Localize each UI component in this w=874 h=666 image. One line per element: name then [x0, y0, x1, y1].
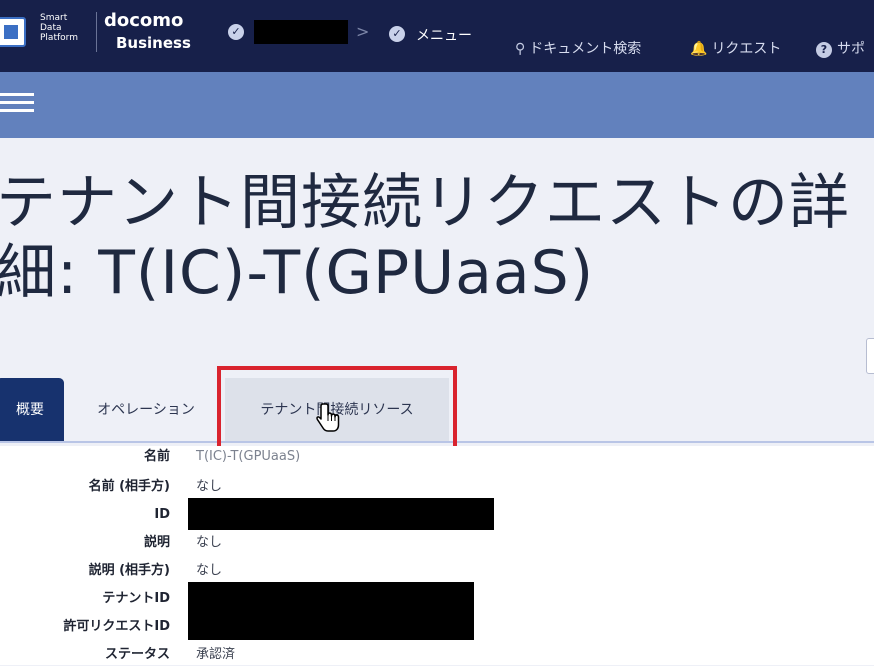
details-panel: 名前 T(IC)-T(GPUaaS) 名前 (相手方) なし ID 説明 なし … [0, 446, 874, 665]
chevron-right-icon: > [356, 22, 370, 41]
redacted-tenant-name[interactable] [254, 20, 348, 44]
pointer-cursor-icon [316, 403, 340, 432]
check-circle-icon: ✓ [389, 26, 405, 42]
side-action-button[interactable] [866, 338, 874, 374]
smart-data-platform-logo[interactable]: Smart Data Platform [0, 12, 96, 52]
request-link[interactable]: 🔔 リクエスト [690, 38, 781, 58]
detail-value: T(IC)-T(GPUaaS) [196, 449, 301, 464]
sdp-logo-mark [0, 17, 26, 47]
page-title: テナント間接続リクエストの詳 細: T(IC)-T(GPUaaS) [0, 168, 850, 308]
bell-icon: 🔔 [690, 41, 708, 57]
support-link[interactable]: ? サポ [816, 38, 865, 58]
check-circle-icon: ✓ [228, 24, 244, 40]
redacted-tenant-and-request-ids [188, 582, 474, 640]
detail-row-id: ID [0, 498, 874, 530]
document-search-label: ドキュメント検索 [529, 41, 642, 57]
detail-value: なし [196, 479, 223, 494]
detail-value: なし [196, 535, 223, 550]
business-logo-text: Business [116, 34, 191, 52]
status-value: 承認済 [196, 647, 236, 662]
help-icon: ? [816, 42, 832, 58]
document-search-link[interactable]: ⚲ ドキュメント検索 [515, 38, 641, 58]
redacted-id-value [188, 498, 494, 530]
detail-row-description: 説明 なし [0, 532, 874, 554]
detail-label: 許可リクエストID [63, 619, 170, 634]
detail-label: ID [154, 507, 170, 522]
tab-operations[interactable]: オペレーション [80, 378, 212, 442]
secondary-bar [0, 72, 874, 138]
search-icon: ⚲ [515, 41, 526, 57]
detail-value: なし [196, 563, 223, 578]
support-label: サポ [837, 41, 865, 57]
detail-label: テナントID [102, 591, 170, 606]
tab-overview[interactable]: 概要 [0, 378, 64, 442]
docomo-logo-text: docomo [104, 10, 184, 31]
request-label: リクエスト [711, 41, 782, 57]
detail-label: ステータス [104, 647, 170, 662]
docomo-business-logo[interactable]: docomo Business [104, 10, 214, 54]
detail-row-peer-description: 説明 (相手方) なし [0, 560, 874, 582]
top-navbar: Smart Data Platform docomo Business ✓ > … [0, 0, 874, 72]
menu-dropdown[interactable]: メニュー [416, 25, 472, 45]
sdp-logo-text: Smart Data Platform [40, 13, 78, 43]
detail-label: 説明 (相手方) [88, 563, 170, 578]
hamburger-icon[interactable] [0, 93, 34, 113]
detail-label: 名前 (相手方) [88, 479, 170, 494]
detail-label: 説明 [143, 535, 170, 550]
logo-divider [96, 12, 97, 52]
detail-row-peer-name: 名前 (相手方) なし [0, 476, 874, 498]
detail-label: 名前 [143, 449, 170, 464]
detail-row-name: 名前 T(IC)-T(GPUaaS) [0, 446, 874, 468]
detail-row-status: ステータス 承認済 [0, 644, 874, 666]
